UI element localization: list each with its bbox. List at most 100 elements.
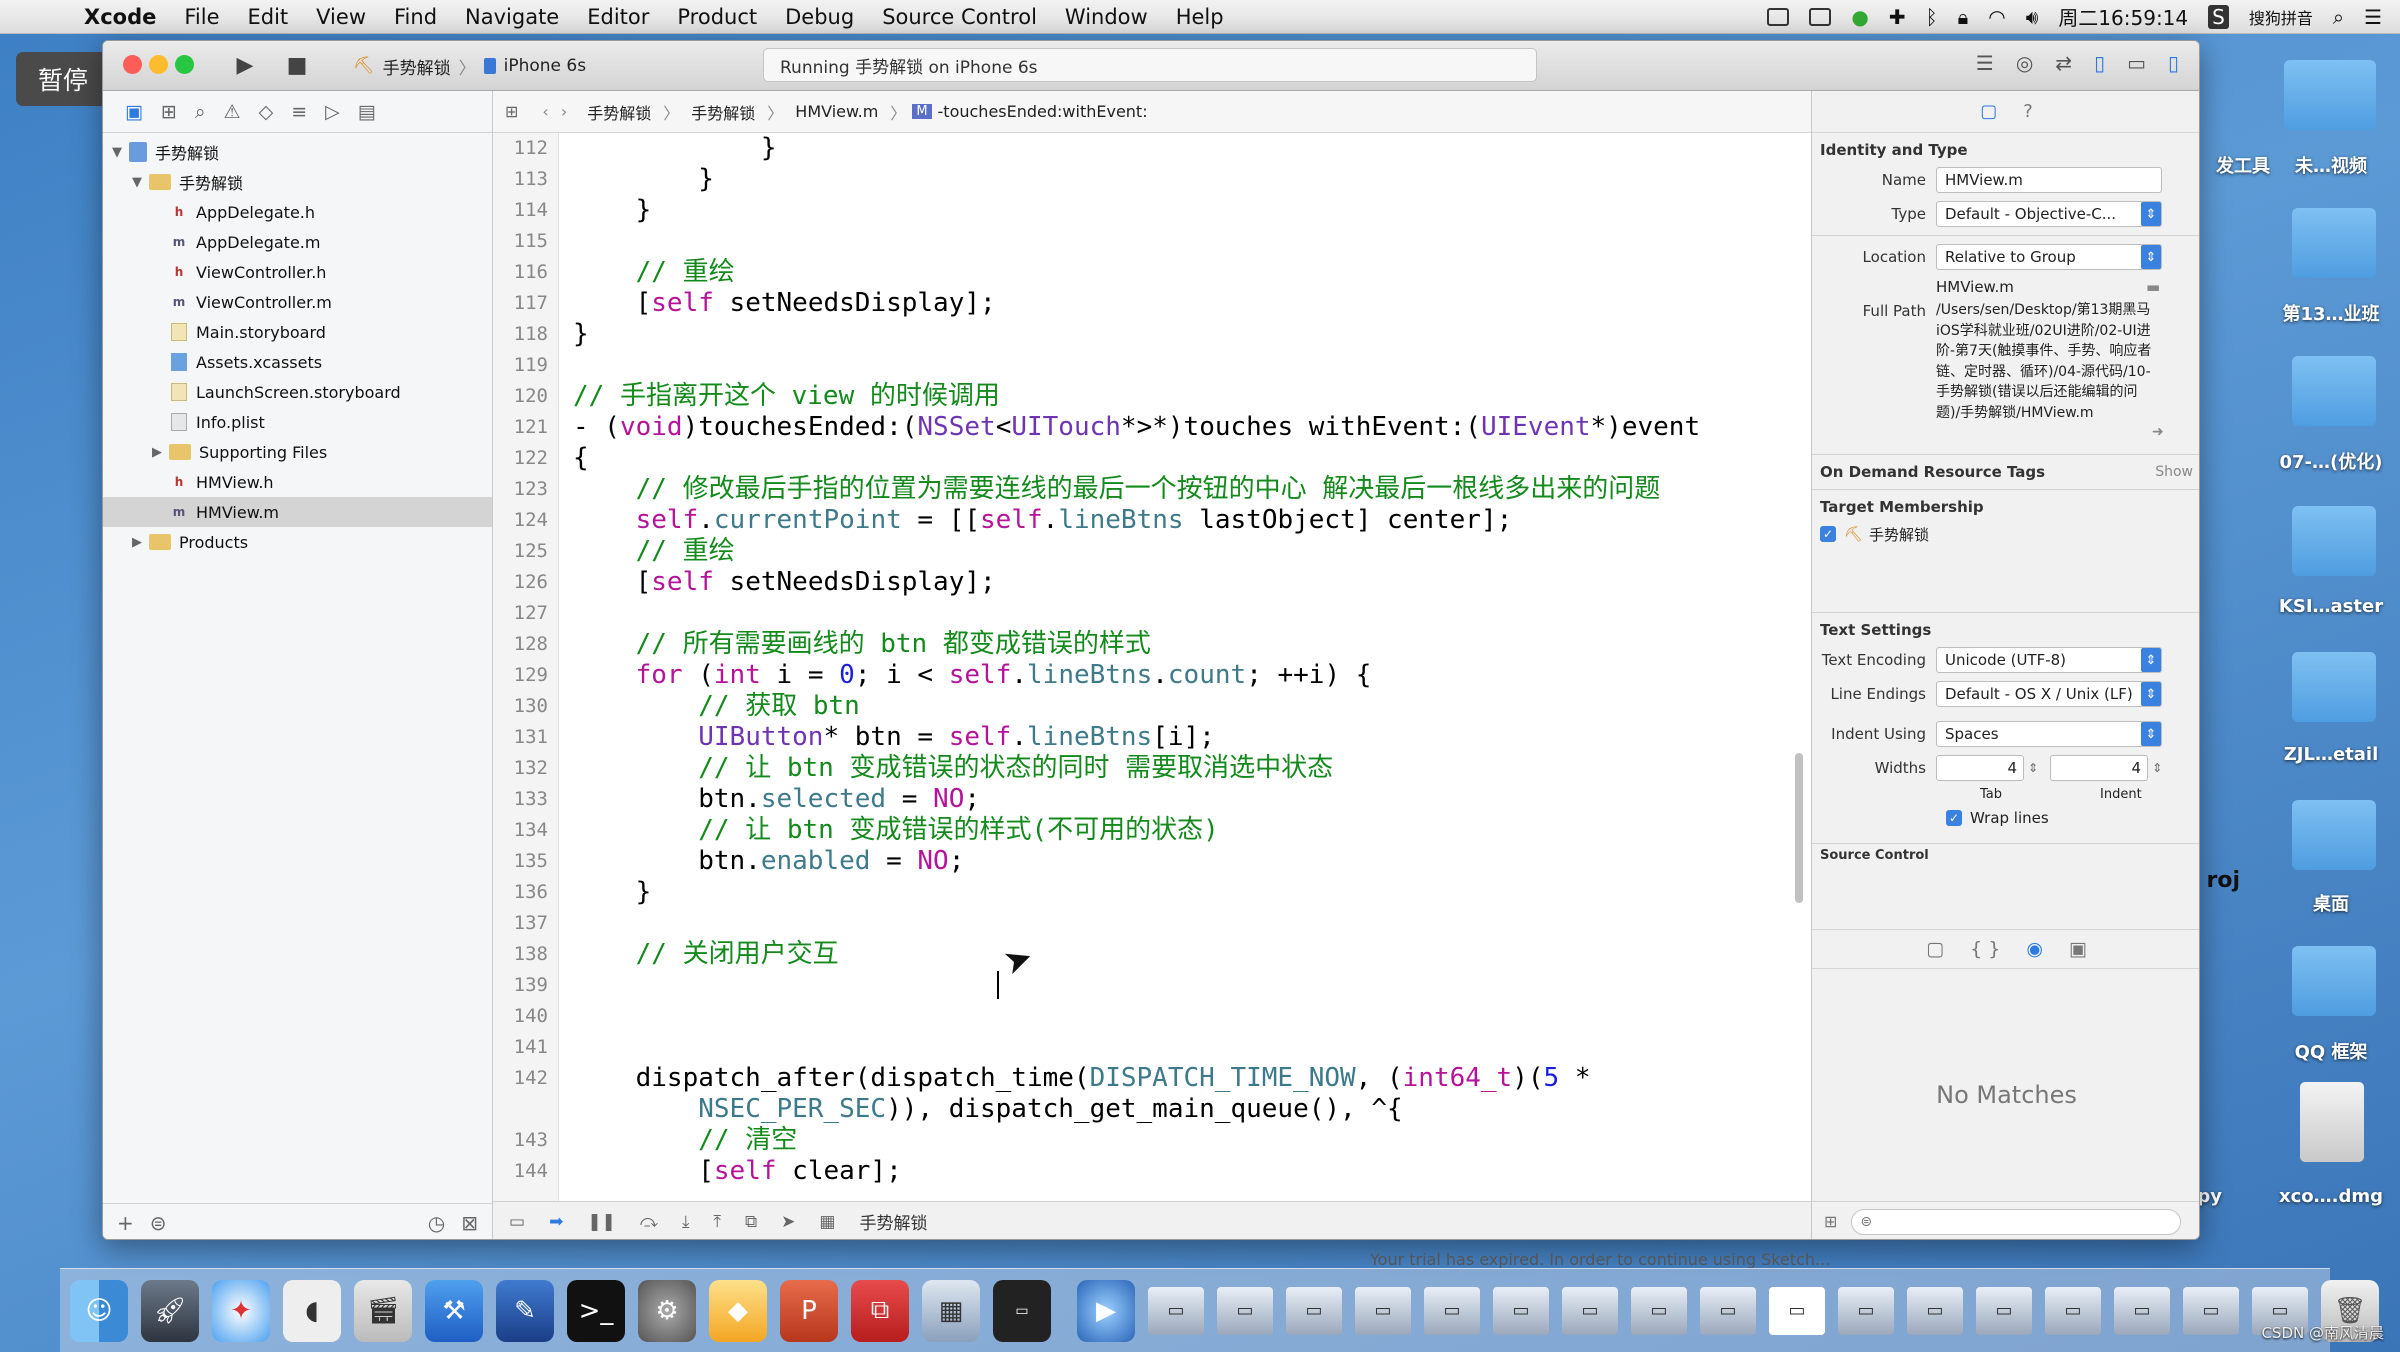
tree-file[interactable]: Assets.xcassets: [103, 347, 492, 377]
simulate-location-icon[interactable]: ➤: [781, 1212, 795, 1232]
menu-file[interactable]: File: [170, 5, 233, 29]
lock-icon[interactable]: 🔒︎: [1958, 5, 1969, 29]
indent-using-select[interactable]: Spaces: [1936, 721, 2162, 747]
media-library-icon[interactable]: ▣: [2069, 938, 2087, 960]
menu-product[interactable]: Product: [663, 5, 771, 29]
tree-file[interactable]: m AppDelegate.m: [103, 227, 492, 257]
input-method[interactable]: 搜狗拼音: [2249, 5, 2313, 29]
library-filter-field[interactable]: ⊜: [1851, 1208, 2182, 1235]
scm-filter-icon[interactable]: ⊠: [461, 1211, 478, 1235]
tree-file[interactable]: h AppDelegate.h: [103, 197, 492, 227]
tree-file[interactable]: Info.plist: [103, 407, 492, 437]
tree-file[interactable]: h ViewController.h: [103, 257, 492, 287]
jumpbar-method[interactable]: -touchesEnded:withEvent:: [932, 102, 1154, 121]
assistant-editor-icon[interactable]: ◎: [2016, 51, 2033, 75]
find-navigator-icon[interactable]: ⌕: [195, 101, 206, 123]
mouse-settings-icon[interactable]: ◖: [283, 1279, 341, 1342]
instruments-icon[interactable]: ✎: [496, 1279, 554, 1342]
video-app-icon[interactable]: 🎬︎: [354, 1279, 412, 1342]
pause-execution-icon[interactable]: ❚❚: [587, 1212, 616, 1232]
object-library-icon[interactable]: ◉: [2026, 938, 2043, 960]
menu-find[interactable]: Find: [380, 5, 451, 29]
desktop-folder-icon[interactable]: [2292, 356, 2376, 426]
line-endings-select[interactable]: Default - OS X / Unix (LF): [1936, 681, 2162, 707]
breakpoints-toggle-icon[interactable]: ➡: [549, 1212, 563, 1232]
desktop-folder-icon[interactable]: [2292, 506, 2376, 576]
step-out-icon[interactable]: ⤒: [714, 1212, 722, 1232]
tree-file[interactable]: h HMView.h: [103, 467, 492, 497]
minimized-window-icon[interactable]: ▭: [1424, 1286, 1480, 1335]
minimized-window-icon[interactable]: ▭: [1493, 1286, 1549, 1335]
tree-file[interactable]: m ViewController.m: [103, 287, 492, 317]
disclosure-closed-icon[interactable]: ▶: [149, 445, 165, 460]
view-hierarchy-icon[interactable]: ⧉: [745, 1212, 757, 1232]
sketch-icon[interactable]: ◆: [709, 1279, 767, 1342]
desktop-folder-icon[interactable]: [2292, 800, 2376, 870]
run-button[interactable]: ▶: [227, 50, 263, 80]
editor-scrollbar[interactable]: [1795, 753, 1803, 903]
version-editor-icon[interactable]: ⇄: [2055, 51, 2072, 75]
location-select[interactable]: Relative to Group: [1936, 244, 2162, 270]
tree-file[interactable]: LaunchScreen.storyboard: [103, 377, 492, 407]
tab-width-field[interactable]: 4: [1936, 755, 2024, 781]
screen-mirror-icon[interactable]: [1767, 7, 1790, 26]
plus-icon[interactable]: ✚: [1889, 5, 1906, 29]
volume-icon[interactable]: 🔊︎: [2026, 5, 2039, 29]
menu-debug[interactable]: Debug: [771, 5, 868, 29]
standard-editor-icon[interactable]: ☰: [1976, 51, 1994, 75]
menu-help[interactable]: Help: [1162, 5, 1238, 29]
minimized-window-icon[interactable]: ▭: [1355, 1286, 1411, 1335]
minimized-window-icon[interactable]: ▭: [1700, 1286, 1756, 1335]
reveal-folder-icon[interactable]: ▬: [2146, 278, 2160, 296]
jumpbar-group[interactable]: 手势解锁: [685, 100, 761, 124]
menu-source-control[interactable]: Source Control: [868, 5, 1051, 29]
recent-files-icon[interactable]: ◷: [428, 1211, 445, 1235]
indent-width-field[interactable]: 4: [2050, 755, 2149, 781]
project-navigator-icon[interactable]: ▣: [125, 101, 143, 123]
target-checkbox[interactable]: ✓: [1820, 526, 1836, 542]
jumpbar-project[interactable]: 手势解锁: [581, 100, 657, 124]
wrap-lines-checkbox[interactable]: ✓: [1946, 810, 1962, 826]
forward-icon[interactable]: ›: [555, 102, 581, 121]
xcode-icon[interactable]: ⚒: [425, 1279, 483, 1342]
grid-view-icon[interactable]: ⊞: [1824, 1212, 1837, 1231]
indent-stepper[interactable]: ⇕: [2152, 761, 2162, 775]
disclosure-closed-icon[interactable]: ▶: [129, 535, 145, 550]
minimized-window-icon[interactable]: ▭: [1217, 1286, 1273, 1335]
name-field[interactable]: HMView.m: [1936, 167, 2162, 193]
report-navigator-icon[interactable]: ▤: [358, 101, 376, 123]
disclosure-open-icon[interactable]: ▼: [129, 175, 145, 190]
preview-icon[interactable]: ▦: [922, 1279, 980, 1342]
encoding-select[interactable]: Unicode (UTF-8): [1936, 647, 2162, 673]
filter-icon[interactable]: ⊜: [150, 1211, 167, 1235]
spotlight-icon[interactable]: ⌕: [2333, 5, 2344, 29]
minimized-window-icon[interactable]: ▭: [2114, 1286, 2170, 1335]
menu-view[interactable]: View: [302, 5, 380, 29]
toggle-navigator-icon[interactable]: ▯: [2094, 51, 2105, 75]
stop-button[interactable]: ■: [279, 50, 315, 80]
file-inspector-icon[interactable]: ▢: [1980, 101, 1997, 122]
minimized-window-icon[interactable]: ▭: [1286, 1286, 1342, 1335]
symbol-navigator-icon[interactable]: ⊞: [161, 101, 177, 123]
step-into-icon[interactable]: ⤓: [682, 1212, 690, 1232]
related-items-icon[interactable]: ⊞: [493, 102, 524, 121]
camera-icon[interactable]: [1809, 7, 1832, 26]
menu-editor[interactable]: Editor: [573, 5, 663, 29]
debug-target-label[interactable]: 手势解锁: [859, 1209, 927, 1234]
odr-show-button[interactable]: Show: [2155, 464, 2193, 480]
add-icon[interactable]: +: [117, 1211, 134, 1235]
system-preferences-icon[interactable]: ⚙: [638, 1279, 696, 1342]
code-snippet-library-icon[interactable]: { }: [1970, 938, 2000, 960]
file-template-library-icon[interactable]: ▢: [1926, 938, 1944, 960]
tree-file-selected[interactable]: m HMView.m: [103, 497, 492, 527]
desktop-folder-icon[interactable]: [2292, 60, 2376, 130]
dmg-file-icon[interactable]: [2300, 1082, 2364, 1162]
launchpad-icon[interactable]: 🚀︎: [141, 1279, 199, 1342]
minimized-window-icon[interactable]: ▭: [1769, 1286, 1825, 1335]
terminal-icon[interactable]: >_: [567, 1279, 625, 1342]
jumpbar-file[interactable]: HMView.m: [789, 102, 884, 121]
finder-icon[interactable]: ☺: [70, 1279, 128, 1342]
bluetooth-icon[interactable]: ᛒ: [1926, 5, 1938, 29]
minimized-window-icon[interactable]: ▭: [1631, 1286, 1687, 1335]
quick-help-icon[interactable]: ?: [2023, 101, 2033, 122]
